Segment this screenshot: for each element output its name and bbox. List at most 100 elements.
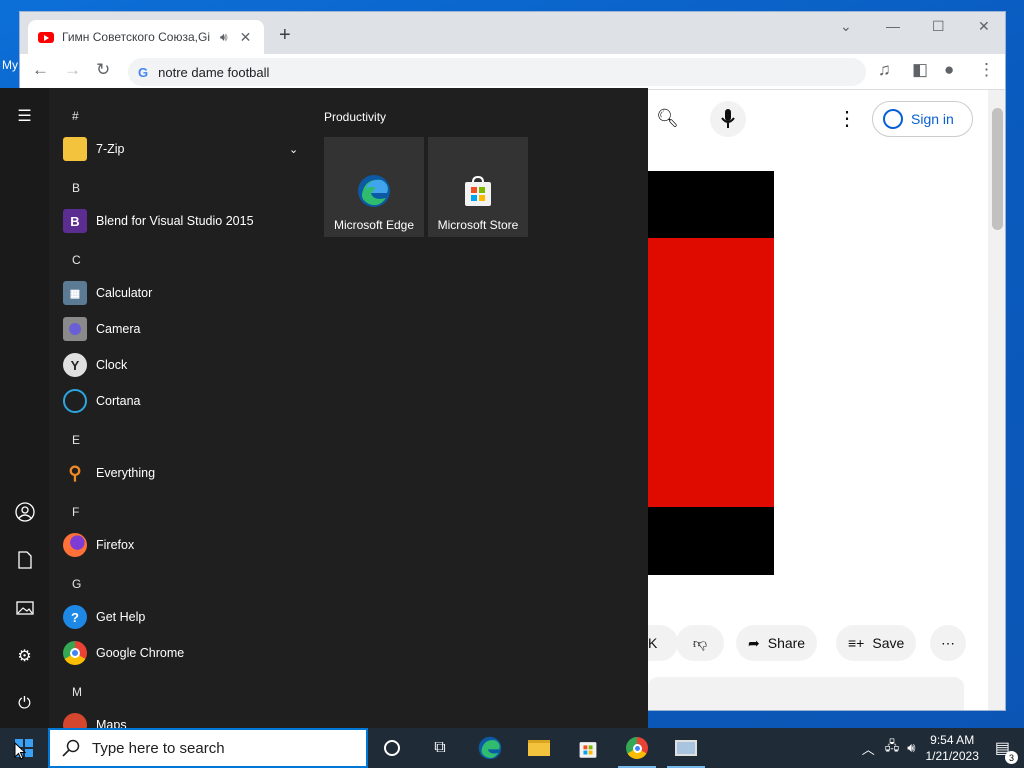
taskbar-app[interactable]	[663, 728, 709, 768]
blend-icon: B	[63, 209, 87, 233]
chevron-up-icon[interactable]: ︿	[862, 739, 875, 758]
taskbar-chrome[interactable]	[614, 728, 660, 768]
tile-label: Microsoft Edge	[333, 218, 415, 232]
settings-gear-icon[interactable]: ⚙	[0, 636, 49, 676]
app-get-help[interactable]: ? Get Help	[63, 601, 307, 633]
section-letter[interactable]: G	[72, 577, 81, 591]
app-7zip[interactable]: 7-Zip ⌄	[63, 133, 307, 165]
clock[interactable]: 9:54 AM 1/21/2023	[925, 732, 978, 764]
search-icon[interactable]: 🔍︎	[656, 108, 679, 129]
edge-icon	[478, 736, 502, 760]
app-list: # 7-Zip ⌄ B B Blend for Visual Studio 20…	[49, 88, 309, 728]
taskbar-file-explorer[interactable]	[516, 728, 562, 768]
help-icon: ?	[63, 605, 87, 629]
speaker-icon[interactable]: 🔊︎	[220, 30, 228, 45]
like-label: K	[648, 635, 658, 651]
app-label: Maps	[96, 718, 127, 728]
user-account-icon[interactable]	[0, 492, 49, 532]
sign-in-button[interactable]: Sign in	[872, 101, 973, 137]
volume-icon[interactable]: 🔊︎	[907, 740, 915, 756]
folder-icon	[528, 740, 550, 756]
app-label: 7-Zip	[96, 142, 125, 156]
forward-arrow-icon[interactable]: →	[64, 60, 81, 80]
notification-count-badge: 3	[1005, 751, 1018, 764]
youtube-favicon-icon	[38, 31, 54, 43]
section-letter[interactable]: B	[72, 181, 80, 195]
app-label: Google Chrome	[96, 646, 185, 660]
app-firefox[interactable]: Firefox	[63, 529, 307, 561]
section-letter[interactable]: #	[72, 109, 79, 123]
start-rail: ☰ ⚙ ⏻	[0, 88, 49, 728]
app-camera[interactable]: Camera	[63, 313, 307, 345]
tile-microsoft-store[interactable]: Microsoft Store	[428, 137, 528, 237]
section-letter[interactable]: E	[72, 433, 80, 447]
account-icon	[883, 109, 903, 129]
browser-tab[interactable]: Гимн Советского Союза,Gi 🔊︎ ✕	[28, 20, 264, 54]
more-vertical-icon[interactable]: ⋮	[837, 106, 857, 131]
firefox-icon	[63, 533, 87, 557]
maps-icon	[63, 713, 87, 728]
tab-search-chevron-icon[interactable]: ⌄	[840, 18, 852, 35]
pictures-icon[interactable]	[0, 588, 49, 628]
description-box[interactable]	[648, 677, 964, 710]
app-label: Calculator	[96, 286, 153, 300]
calculator-icon: ▦	[63, 281, 87, 305]
side-panel-icon[interactable]: ◧	[912, 60, 928, 80]
close-icon[interactable]: ✕	[240, 29, 252, 46]
new-tab-button[interactable]: +	[279, 24, 291, 47]
tile-group-header[interactable]: Productivity	[324, 110, 386, 124]
app-google-chrome[interactable]: Google Chrome	[63, 637, 307, 669]
back-arrow-icon[interactable]: ←	[32, 60, 49, 80]
app-maps[interactable]: Maps	[63, 709, 307, 728]
section-letter[interactable]: C	[72, 253, 81, 267]
address-bar[interactable]: G notre dame football	[128, 58, 866, 86]
desktop-icon-label[interactable]: My	[2, 58, 18, 72]
network-icon[interactable]: 🖧︎	[885, 737, 900, 759]
reload-icon[interactable]: ↻	[96, 60, 110, 80]
cortana-button[interactable]	[369, 728, 415, 768]
camera-icon	[63, 317, 87, 341]
taskbar-edge[interactable]	[467, 728, 513, 768]
window-close-button[interactable]: ✕	[978, 18, 990, 35]
chrome-icon	[63, 641, 87, 665]
browser-toolbar: ← → ↻ G notre dame football ♫ ◧ ● ⋮	[20, 54, 1005, 90]
microphone-icon[interactable]	[710, 101, 746, 137]
more-actions-button[interactable]: ⋯	[930, 625, 966, 661]
minimize-button[interactable]: —	[886, 18, 900, 34]
hamburger-menu-icon[interactable]: ☰	[0, 96, 49, 136]
folder-icon	[63, 137, 87, 161]
share-button[interactable]: ➦ Share	[736, 625, 818, 661]
app-everything[interactable]: ⚲ Everything	[63, 457, 307, 489]
scroll-thumb[interactable]	[992, 108, 1003, 230]
edge-icon	[358, 175, 390, 207]
dislike-button[interactable]: 👎︎	[676, 625, 724, 661]
clock-date: 1/21/2023	[925, 749, 979, 763]
section-letter[interactable]: F	[72, 505, 79, 519]
notifications-icon[interactable]: ▤ 3	[995, 738, 1018, 764]
taskbar-search-box[interactable]: Type here to search	[48, 728, 368, 768]
app-label: Blend for Visual Studio 2015	[96, 214, 254, 228]
page-scrollbar[interactable]	[988, 90, 1005, 710]
app-clock[interactable]: Y Clock	[63, 349, 307, 381]
task-view-button[interactable]: ⧉	[417, 728, 463, 768]
app-cortana[interactable]: Cortana	[63, 385, 307, 417]
power-icon[interactable]: ⏻	[0, 684, 49, 724]
section-letter[interactable]: M	[72, 685, 82, 699]
app-label: Firefox	[96, 538, 135, 552]
tile-microsoft-edge[interactable]: Microsoft Edge	[324, 137, 424, 237]
taskbar-store[interactable]	[565, 728, 611, 768]
save-button[interactable]: ≡+ Save	[836, 625, 917, 661]
tab-title: Гимн Советского Союза,Gi	[62, 30, 210, 44]
chevron-down-icon[interactable]: ⌄	[289, 143, 298, 156]
save-label: Save	[872, 635, 905, 651]
maximize-button[interactable]: ☐	[932, 18, 945, 35]
media-queue-icon[interactable]: ♫	[878, 60, 891, 80]
profile-icon[interactable]: ●	[944, 60, 954, 80]
app-label: Clock	[96, 358, 128, 372]
documents-icon[interactable]	[0, 540, 49, 580]
system-tray: ︿ 🖧︎ 🔊︎ 9:54 AM 1/21/2023 ▤ 3	[862, 728, 1024, 768]
video-player[interactable]	[648, 171, 774, 575]
chrome-menu-icon[interactable]: ⋮	[978, 60, 995, 80]
app-calculator[interactable]: ▦ Calculator	[63, 277, 307, 309]
app-blend[interactable]: B Blend for Visual Studio 2015	[63, 205, 307, 237]
